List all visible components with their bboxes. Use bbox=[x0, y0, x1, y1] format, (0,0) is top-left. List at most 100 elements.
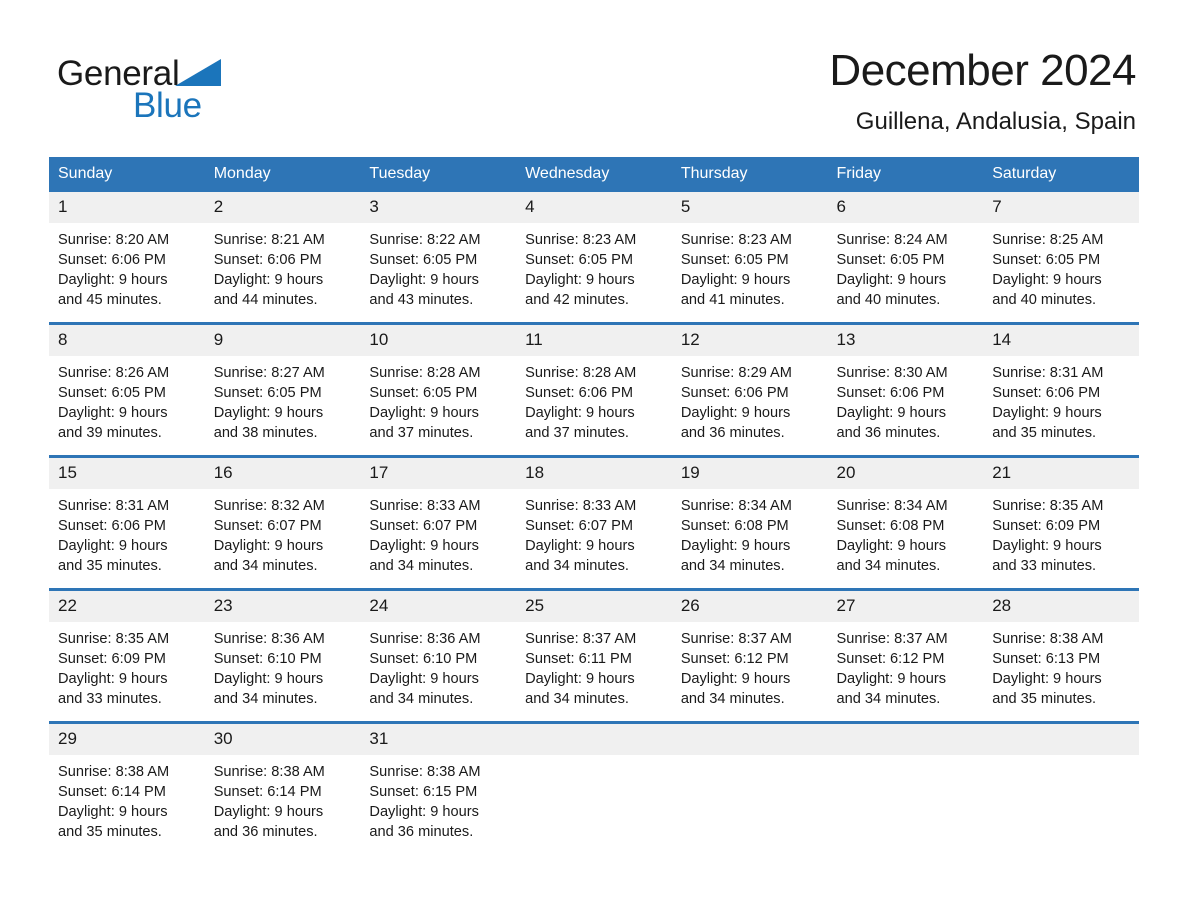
day-number: 29 bbox=[49, 724, 205, 755]
sunset-text: Sunset: 6:09 PM bbox=[992, 518, 1101, 534]
day-details: Sunrise: 8:36 AM Sunset: 6:10 PM Dayligh… bbox=[360, 622, 516, 709]
sunset-text: Sunset: 6:05 PM bbox=[836, 252, 945, 268]
sunset-text: Sunset: 6:06 PM bbox=[213, 252, 322, 268]
daylight-text-line2: and 37 minutes. bbox=[525, 425, 629, 441]
day-number: 26 bbox=[671, 591, 828, 622]
day-details: Sunrise: 8:28 AM Sunset: 6:06 PM Dayligh… bbox=[516, 356, 672, 443]
calendar-day-cell[interactable]: 31 Sunrise: 8:38 AM Sunset: 6:15 PM Dayl… bbox=[360, 721, 517, 854]
daylight-text-line1: Daylight: 9 hours bbox=[992, 671, 1102, 687]
day-number: 28 bbox=[983, 591, 1139, 622]
calendar-day-cell[interactable]: 11 Sunrise: 8:28 AM Sunset: 6:06 PM Dayl… bbox=[516, 322, 672, 457]
calendar-day-cell[interactable]: 5 Sunrise: 8:23 AM Sunset: 6:05 PM Dayli… bbox=[671, 192, 828, 324]
calendar-day-cell[interactable]: 17 Sunrise: 8:33 AM Sunset: 6:07 PM Dayl… bbox=[360, 455, 517, 590]
calendar-day-cell-empty bbox=[827, 721, 984, 854]
calendar-week-row: 8 Sunrise: 8:26 AM Sunset: 6:05 PM Dayli… bbox=[49, 322, 1139, 457]
sunset-text: Sunset: 6:08 PM bbox=[836, 518, 945, 534]
sunrise-text: Sunrise: 8:30 AM bbox=[836, 365, 948, 381]
daylight-text-line2: and 35 minutes. bbox=[992, 691, 1097, 707]
sunrise-text: Sunrise: 8:33 AM bbox=[369, 498, 481, 514]
sunrise-text: Sunrise: 8:23 AM bbox=[525, 232, 637, 248]
calendar-day-cell[interactable]: 1 Sunrise: 8:20 AM Sunset: 6:06 PM Dayli… bbox=[49, 192, 205, 324]
daylight-text-line1: Daylight: 9 hours bbox=[680, 405, 791, 421]
day-details: Sunrise: 8:20 AM Sunset: 6:06 PM Dayligh… bbox=[49, 223, 205, 310]
daylight-text-line2: and 36 minutes. bbox=[836, 425, 941, 441]
daylight-text-line1: Daylight: 9 hours bbox=[369, 272, 479, 288]
daylight-text-line1: Daylight: 9 hours bbox=[992, 272, 1102, 288]
daylight-text-line2: and 37 minutes. bbox=[369, 425, 474, 441]
day-details: Sunrise: 8:23 AM Sunset: 6:05 PM Dayligh… bbox=[516, 223, 672, 310]
daylight-text-line2: and 35 minutes. bbox=[992, 425, 1097, 441]
sunset-text: Sunset: 6:06 PM bbox=[525, 385, 634, 401]
sunrise-text: Sunrise: 8:22 AM bbox=[369, 232, 481, 248]
calendar-day-cell[interactable]: 4 Sunrise: 8:23 AM Sunset: 6:05 PM Dayli… bbox=[516, 192, 672, 324]
day-number: 9 bbox=[204, 325, 361, 356]
logo-triangle-icon bbox=[175, 59, 222, 86]
daylight-text-line2: and 34 minutes. bbox=[213, 558, 318, 574]
calendar-day-cell[interactable]: 21 Sunrise: 8:35 AM Sunset: 6:09 PM Dayl… bbox=[983, 455, 1139, 590]
sunset-text: Sunset: 6:14 PM bbox=[213, 784, 322, 800]
weekday-header-wednesday: Wednesday bbox=[516, 157, 672, 192]
day-number: 19 bbox=[671, 458, 828, 489]
sunrise-text: Sunrise: 8:25 AM bbox=[992, 232, 1104, 248]
day-details: Sunrise: 8:32 AM Sunset: 6:07 PM Dayligh… bbox=[205, 489, 361, 576]
sunset-text: Sunset: 6:14 PM bbox=[58, 784, 166, 800]
calendar-day-cell[interactable]: 9 Sunrise: 8:27 AM Sunset: 6:05 PM Dayli… bbox=[204, 322, 361, 457]
day-number bbox=[983, 724, 1139, 755]
calendar-day-cell[interactable]: 20 Sunrise: 8:34 AM Sunset: 6:08 PM Dayl… bbox=[827, 455, 984, 590]
day-number: 18 bbox=[516, 458, 672, 489]
generalblue-logo[interactable]: General Blue bbox=[57, 55, 317, 125]
calendar-day-cell[interactable]: 3 Sunrise: 8:22 AM Sunset: 6:05 PM Dayli… bbox=[360, 192, 517, 324]
calendar-week-row: 22 Sunrise: 8:35 AM Sunset: 6:09 PM Dayl… bbox=[49, 588, 1139, 723]
daylight-text-line2: and 34 minutes. bbox=[836, 558, 941, 574]
calendar-day-cell[interactable]: 10 Sunrise: 8:28 AM Sunset: 6:05 PM Dayl… bbox=[360, 322, 517, 457]
calendar-day-cell[interactable]: 25 Sunrise: 8:37 AM Sunset: 6:11 PM Dayl… bbox=[516, 588, 672, 723]
day-number: 14 bbox=[983, 325, 1139, 356]
day-number: 25 bbox=[516, 591, 672, 622]
calendar-day-cell[interactable]: 14 Sunrise: 8:31 AM Sunset: 6:06 PM Dayl… bbox=[983, 322, 1139, 457]
daylight-text-line1: Daylight: 9 hours bbox=[836, 671, 947, 687]
calendar-day-cell[interactable]: 13 Sunrise: 8:30 AM Sunset: 6:06 PM Dayl… bbox=[827, 322, 984, 457]
day-number: 3 bbox=[360, 192, 517, 223]
day-number: 10 bbox=[360, 325, 517, 356]
sunrise-text: Sunrise: 8:28 AM bbox=[525, 365, 637, 381]
calendar-day-cell[interactable]: 19 Sunrise: 8:34 AM Sunset: 6:08 PM Dayl… bbox=[671, 455, 828, 590]
logo-text-blue: Blue bbox=[133, 86, 202, 125]
calendar-day-cell[interactable]: 12 Sunrise: 8:29 AM Sunset: 6:06 PM Dayl… bbox=[671, 322, 828, 457]
day-number: 2 bbox=[204, 192, 361, 223]
calendar-day-cell[interactable]: 28 Sunrise: 8:38 AM Sunset: 6:13 PM Dayl… bbox=[983, 588, 1139, 723]
day-details: Sunrise: 8:34 AM Sunset: 6:08 PM Dayligh… bbox=[672, 489, 828, 576]
sunset-text: Sunset: 6:10 PM bbox=[213, 651, 322, 667]
daylight-text-line1: Daylight: 9 hours bbox=[680, 272, 791, 288]
calendar-day-cell[interactable]: 6 Sunrise: 8:24 AM Sunset: 6:05 PM Dayli… bbox=[827, 192, 984, 324]
calendar-day-cell[interactable]: 16 Sunrise: 8:32 AM Sunset: 6:07 PM Dayl… bbox=[204, 455, 361, 590]
daylight-text-line1: Daylight: 9 hours bbox=[992, 405, 1102, 421]
calendar-day-cell[interactable]: 2 Sunrise: 8:21 AM Sunset: 6:06 PM Dayli… bbox=[204, 192, 361, 324]
day-number bbox=[671, 724, 828, 755]
weekday-header-monday: Monday bbox=[204, 157, 361, 192]
daylight-text-line1: Daylight: 9 hours bbox=[369, 405, 479, 421]
calendar-day-cell-empty bbox=[983, 721, 1139, 854]
sunset-text: Sunset: 6:07 PM bbox=[369, 518, 478, 534]
calendar-day-cell[interactable]: 8 Sunrise: 8:26 AM Sunset: 6:05 PM Dayli… bbox=[49, 322, 205, 457]
daylight-text-line1: Daylight: 9 hours bbox=[525, 272, 635, 288]
day-number: 24 bbox=[360, 591, 517, 622]
calendar-day-cell[interactable]: 27 Sunrise: 8:37 AM Sunset: 6:12 PM Dayl… bbox=[827, 588, 984, 723]
calendar-day-cell[interactable]: 29 Sunrise: 8:38 AM Sunset: 6:14 PM Dayl… bbox=[49, 721, 205, 854]
calendar-day-cell[interactable]: 30 Sunrise: 8:38 AM Sunset: 6:14 PM Dayl… bbox=[204, 721, 361, 854]
daylight-text-line2: and 35 minutes. bbox=[58, 824, 162, 840]
calendar-day-cell[interactable]: 18 Sunrise: 8:33 AM Sunset: 6:07 PM Dayl… bbox=[516, 455, 672, 590]
daylight-text-line2: and 36 minutes. bbox=[213, 824, 318, 840]
calendar-day-cell[interactable]: 23 Sunrise: 8:36 AM Sunset: 6:10 PM Dayl… bbox=[204, 588, 361, 723]
calendar-day-cell[interactable]: 24 Sunrise: 8:36 AM Sunset: 6:10 PM Dayl… bbox=[360, 588, 517, 723]
page-header: General Blue December 2024 Guillena, And… bbox=[0, 0, 1188, 150]
daylight-text-line1: Daylight: 9 hours bbox=[58, 804, 168, 820]
calendar-day-cell[interactable]: 15 Sunrise: 8:31 AM Sunset: 6:06 PM Dayl… bbox=[49, 455, 205, 590]
calendar-day-cell[interactable]: 22 Sunrise: 8:35 AM Sunset: 6:09 PM Dayl… bbox=[49, 588, 205, 723]
calendar-day-cell[interactable]: 7 Sunrise: 8:25 AM Sunset: 6:05 PM Dayli… bbox=[983, 192, 1139, 324]
daylight-text-line1: Daylight: 9 hours bbox=[525, 671, 635, 687]
sunrise-text: Sunrise: 8:34 AM bbox=[680, 498, 792, 514]
daylight-text-line2: and 34 minutes. bbox=[213, 691, 318, 707]
calendar-day-cell[interactable]: 26 Sunrise: 8:37 AM Sunset: 6:12 PM Dayl… bbox=[671, 588, 828, 723]
daylight-text-line1: Daylight: 9 hours bbox=[369, 671, 479, 687]
daylight-text-line1: Daylight: 9 hours bbox=[680, 538, 791, 554]
